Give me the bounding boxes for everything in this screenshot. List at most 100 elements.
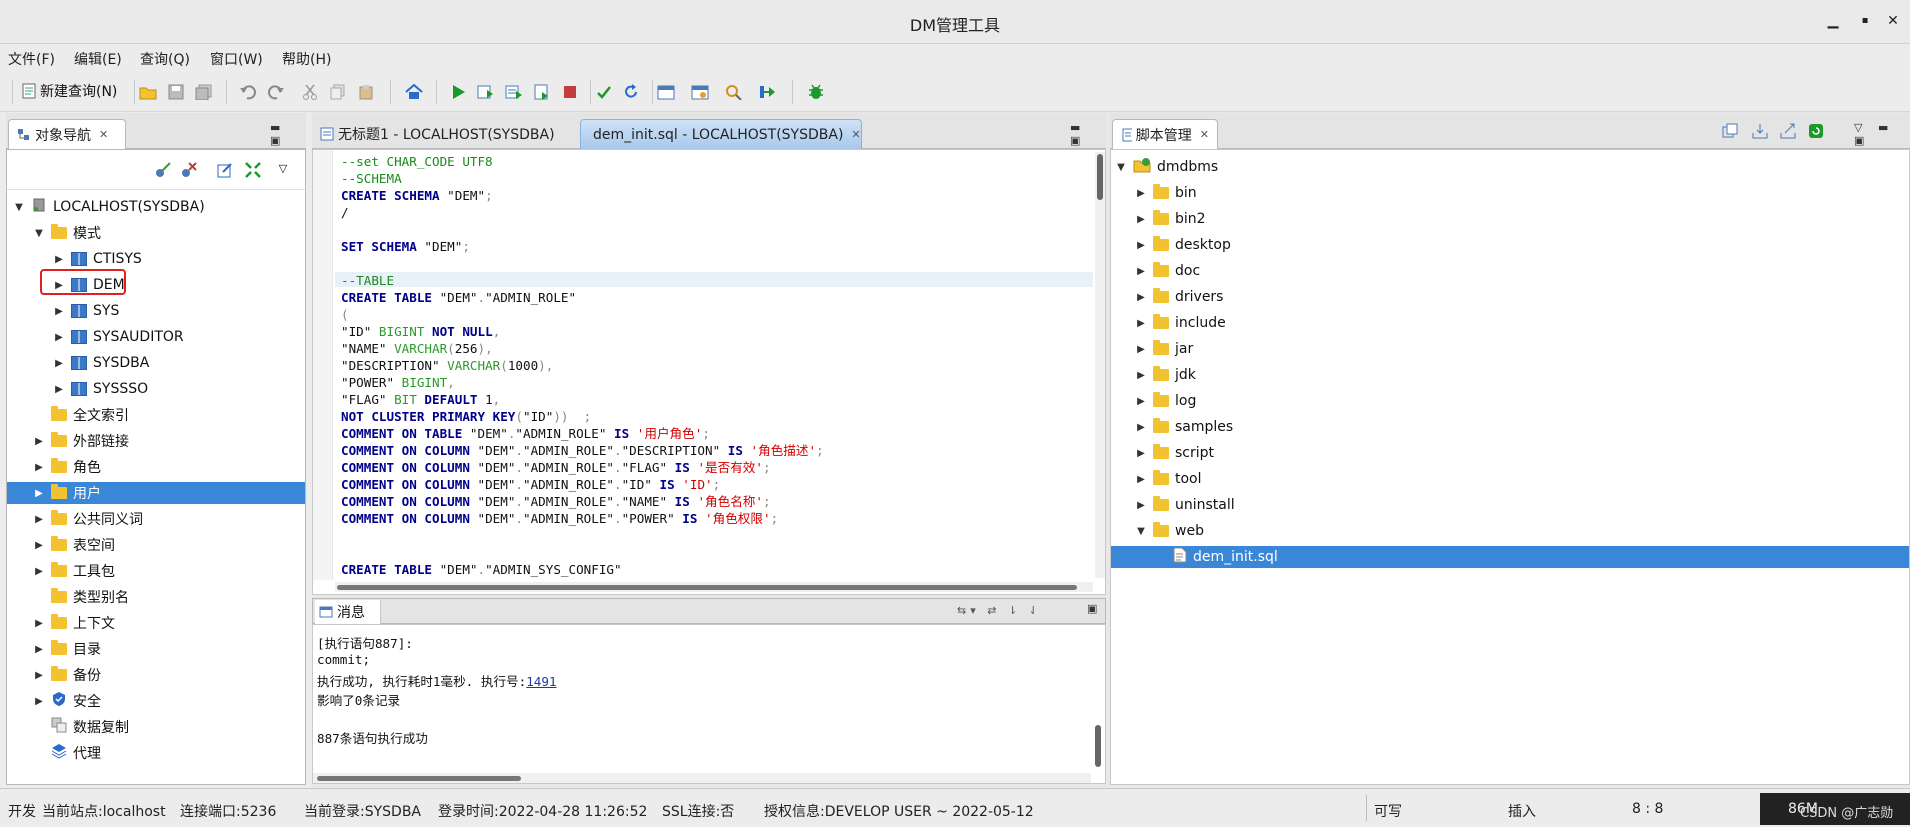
tree-item[interactable]: ▶ CTISYS bbox=[7, 248, 305, 270]
view-minmax-controls[interactable]: ▽ ▬ ▣ bbox=[1854, 121, 1910, 147]
tree-item[interactable]: 数据复制 bbox=[7, 716, 305, 738]
tree-item[interactable]: ▶ samples bbox=[1111, 416, 1909, 438]
undo-icon[interactable] bbox=[238, 82, 258, 102]
expand-arrow-icon[interactable]: ▶ bbox=[33, 696, 45, 707]
close-icon[interactable]: ✕ bbox=[851, 128, 860, 141]
message-toolbar-icons[interactable]: ⇆▾ ⇄ ⇂ ⇃ bbox=[957, 604, 1042, 617]
sql-editor[interactable]: --set CHAR_CODE UTF8 --SCHEMA CREATE SCH… bbox=[312, 149, 1106, 595]
tab-untitled1[interactable]: 无标题1 - LOCALHOST(SYSDBA) bbox=[312, 119, 576, 149]
expand-arrow-icon[interactable]: ▶ bbox=[33, 566, 45, 577]
expand-arrow-icon[interactable]: ▶ bbox=[33, 618, 45, 629]
home-icon[interactable] bbox=[404, 82, 424, 102]
search-object-icon[interactable] bbox=[724, 82, 744, 102]
expand-arrow-icon[interactable]: ▶ bbox=[1135, 422, 1147, 433]
save-icon[interactable] bbox=[166, 82, 186, 102]
refresh-icon[interactable] bbox=[1806, 121, 1826, 141]
tree-item[interactable]: 类型别名 bbox=[7, 586, 305, 608]
tree-item[interactable]: ▶ uninstall bbox=[1111, 494, 1909, 516]
expand-arrow-icon[interactable]: ▶ bbox=[1135, 474, 1147, 485]
minimize-button[interactable]: ▁ bbox=[1824, 12, 1842, 30]
collapse-arrow-icon[interactable]: ▼ bbox=[33, 228, 45, 239]
tree-item[interactable]: ▶ desktop bbox=[1111, 234, 1909, 256]
expand-arrow-icon[interactable]: ▶ bbox=[1135, 292, 1147, 303]
explain-plan-icon[interactable] bbox=[532, 82, 552, 102]
run-icon[interactable] bbox=[448, 82, 468, 102]
menu-help[interactable]: 帮助(H) bbox=[282, 49, 331, 69]
tree-item[interactable]: ▶ doc bbox=[1111, 260, 1909, 282]
tree-item[interactable]: ▶ 上下文 bbox=[7, 612, 305, 634]
export-icon[interactable] bbox=[1778, 121, 1798, 141]
save-all-icon[interactable] bbox=[194, 82, 214, 102]
tree-item[interactable]: ▶ 表空间 bbox=[7, 534, 305, 556]
commit-icon[interactable] bbox=[594, 82, 614, 102]
scrollbar-thumb[interactable] bbox=[1095, 725, 1101, 767]
debug-icon[interactable] bbox=[806, 82, 826, 102]
expand-arrow-icon[interactable]: ▶ bbox=[33, 514, 45, 525]
expand-arrow-icon[interactable]: ▶ bbox=[1135, 500, 1147, 511]
tab-script-manager[interactable]: 脚本管理 ✕ bbox=[1112, 119, 1218, 149]
run-script-icon[interactable] bbox=[476, 82, 496, 102]
view-menu-icon[interactable]: ▽ bbox=[273, 158, 293, 178]
schedule-icon[interactable] bbox=[656, 82, 676, 102]
tree-item[interactable]: ▶ tool bbox=[1111, 468, 1909, 490]
messages-vertical-scrollbar[interactable] bbox=[1093, 725, 1103, 769]
tree-item[interactable]: ▶ jdk bbox=[1111, 364, 1909, 386]
tree-item[interactable]: ▼ dmdbms bbox=[1111, 156, 1909, 178]
close-icon[interactable]: ✕ bbox=[1200, 128, 1209, 141]
migration-icon[interactable] bbox=[758, 82, 778, 102]
messages-horizontal-scrollbar[interactable] bbox=[313, 773, 1091, 783]
edit-icon[interactable] bbox=[215, 160, 235, 180]
maximize-icon[interactable]: ▣ bbox=[1087, 602, 1097, 615]
menu-edit[interactable]: 编辑(E) bbox=[74, 49, 122, 69]
close-button[interactable]: ✕ bbox=[1884, 12, 1902, 30]
collapse-arrow-icon[interactable]: ▼ bbox=[13, 202, 25, 213]
connect-icon[interactable] bbox=[153, 160, 173, 180]
editor-vertical-scrollbar[interactable] bbox=[1095, 152, 1105, 578]
open-folder-icon[interactable] bbox=[138, 82, 158, 102]
scrollbar-thumb[interactable] bbox=[1097, 154, 1103, 200]
tree-item[interactable]: ▶ 工具包 bbox=[7, 560, 305, 582]
expand-arrow-icon[interactable]: ▶ bbox=[33, 540, 45, 551]
cut-icon[interactable] bbox=[300, 82, 320, 102]
collapse-arrow-icon[interactable]: ▼ bbox=[1135, 526, 1147, 537]
tree-item[interactable]: ▼ 模式 bbox=[7, 222, 305, 244]
tree-item[interactable]: ▶ bin2 bbox=[1111, 208, 1909, 230]
close-icon[interactable]: ✕ bbox=[99, 128, 108, 141]
tree-item[interactable]: ▼ LOCALHOST(SYSDBA) bbox=[7, 196, 305, 218]
tree-item[interactable]: ▶ SYS bbox=[7, 300, 305, 322]
tree-item[interactable]: ▶ 角色 bbox=[7, 456, 305, 478]
paste-icon[interactable] bbox=[356, 82, 376, 102]
expand-arrow-icon[interactable]: ▶ bbox=[1135, 344, 1147, 355]
menu-file[interactable]: 文件(F) bbox=[8, 49, 55, 69]
tab-object-navigator[interactable]: 对象导航 ✕ bbox=[8, 119, 126, 149]
memory-indicator[interactable]: 86M CSDN @广志勋 bbox=[1760, 793, 1910, 825]
scrollbar-thumb[interactable] bbox=[317, 776, 521, 781]
menu-query[interactable]: 查询(Q) bbox=[140, 49, 190, 69]
copy-icon[interactable] bbox=[328, 82, 348, 102]
scrollbar-thumb[interactable] bbox=[337, 585, 1077, 590]
menu-window[interactable]: 窗口(W) bbox=[210, 49, 263, 69]
expand-arrow-icon[interactable]: ▶ bbox=[53, 254, 65, 265]
tree-item[interactable]: ▶ 目录 bbox=[7, 638, 305, 660]
tree-item[interactable]: ▶ jar bbox=[1111, 338, 1909, 360]
rollback-icon[interactable] bbox=[622, 82, 642, 102]
expand-arrow-icon[interactable]: ▶ bbox=[53, 332, 65, 343]
view-minmax-controls[interactable]: ▬ ▣ bbox=[270, 121, 306, 147]
tree-item[interactable]: 全文索引 bbox=[7, 404, 305, 426]
expand-all-icon[interactable] bbox=[243, 160, 263, 180]
selected-file-row[interactable]: dem_init.sql bbox=[1111, 546, 1909, 568]
tree-item[interactable]: ▶ 安全 bbox=[7, 690, 305, 712]
tree-item[interactable]: ▶ SYSDBA bbox=[7, 352, 305, 374]
new-query-button[interactable]: 新建查询(N) bbox=[20, 81, 117, 101]
expand-arrow-icon[interactable]: ▶ bbox=[1135, 448, 1147, 459]
view-minmax-controls[interactable]: ▬ ▣ bbox=[1070, 121, 1106, 147]
expand-arrow-icon[interactable]: ▶ bbox=[33, 670, 45, 681]
run-selection-icon[interactable] bbox=[504, 82, 524, 102]
expand-arrow-icon[interactable]: ▶ bbox=[33, 462, 45, 473]
tree-item[interactable]: ▶ script bbox=[1111, 442, 1909, 464]
maximize-button[interactable]: ▪ bbox=[1856, 12, 1874, 30]
collapse-arrow-icon[interactable]: ▼ bbox=[1115, 162, 1127, 173]
tree-item[interactable]: ▶ 公共同义词 bbox=[7, 508, 305, 530]
tree-item[interactable]: ▼ web bbox=[1111, 520, 1909, 542]
expand-arrow-icon[interactable]: ▶ bbox=[33, 488, 45, 499]
